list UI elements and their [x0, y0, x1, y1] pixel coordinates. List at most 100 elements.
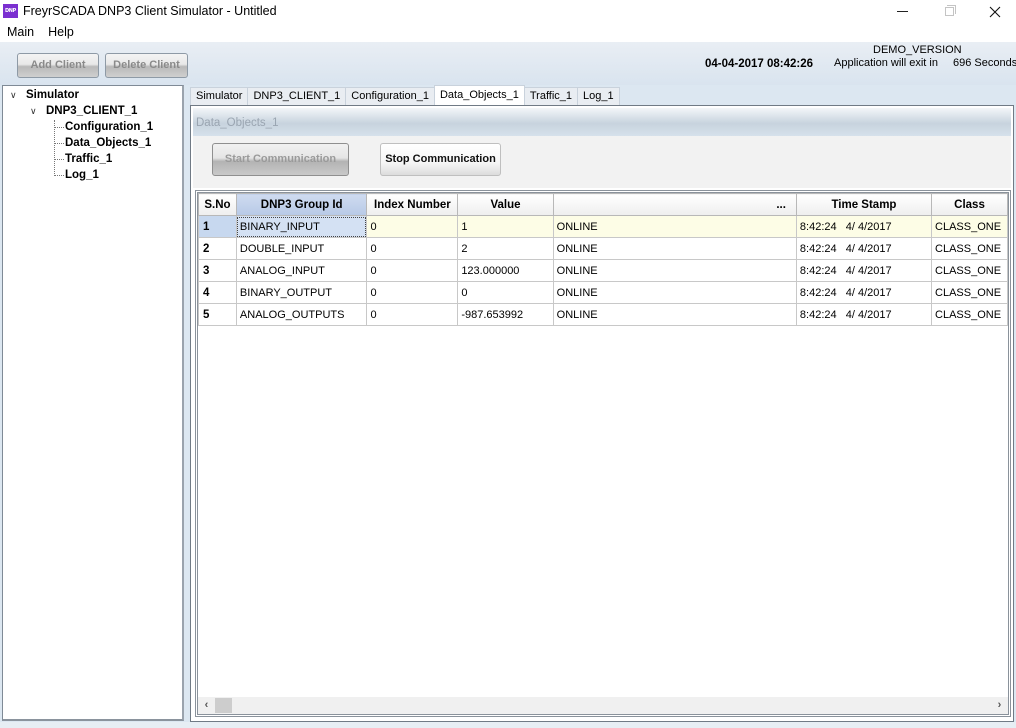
- tab-dnp3-client[interactable]: DNP3_CLIENT_1: [247, 87, 347, 105]
- table-row[interactable]: 4 BINARY_OUTPUT 0 0 ONLINE 8:42:24 4/ 4/2017 C…: [198, 281, 1008, 304]
- close-button[interactable]: [972, 0, 1016, 23]
- cell-class[interactable]: CLASS_ONE: [931, 259, 1008, 282]
- restore-button[interactable]: [926, 0, 972, 23]
- cell-value[interactable]: 1: [457, 215, 554, 238]
- cell-quality[interactable]: ONLINE: [552, 281, 797, 304]
- minimize-button[interactable]: [879, 0, 925, 23]
- demo-version-label: DEMO_VERSION: [873, 44, 962, 56]
- current-datetime: 04-04-2017 08:42:26: [705, 58, 814, 70]
- tab-simulator[interactable]: Simulator: [190, 87, 249, 105]
- cell-value[interactable]: 123.000000: [457, 259, 554, 282]
- column-header-sno[interactable]: S.No: [198, 193, 237, 216]
- cell-sno[interactable]: 1: [198, 215, 237, 238]
- cell-value[interactable]: 2: [457, 237, 554, 260]
- cell-timestamp[interactable]: 8:42:24 4/ 4/2017: [795, 237, 933, 260]
- close-icon: [989, 6, 1001, 17]
- tab-data-objects[interactable]: Data_Objects_1: [433, 85, 525, 105]
- cell-timestamp[interactable]: 8:42:24 4/ 4/2017: [795, 215, 933, 238]
- chevron-down-icon[interactable]: ∨: [30, 106, 37, 117]
- minimize-icon: [896, 11, 908, 12]
- cell-index[interactable]: 0: [366, 303, 459, 326]
- data-objects-panel: Data_Objects_1 Start Communication Stop …: [190, 105, 1014, 722]
- window-title: FreyrSCADA DNP3 Client Simulator - Untit…: [23, 4, 277, 18]
- tab-traffic[interactable]: Traffic_1: [523, 87, 579, 105]
- cell-group-id[interactable]: ANALOG_INPUT: [235, 259, 368, 282]
- cell-class[interactable]: CLASS_ONE: [931, 237, 1008, 260]
- cell-value[interactable]: 0: [457, 281, 554, 304]
- tree-connector: [55, 175, 64, 176]
- menu-bar: Main Help: [0, 23, 1016, 42]
- tree-item-configuration[interactable]: Configuration_1: [65, 121, 153, 133]
- restore-icon: [944, 5, 956, 16]
- cell-group-id[interactable]: BINARY_OUTPUT: [235, 281, 368, 304]
- chevron-down-icon[interactable]: ∨: [10, 90, 17, 101]
- app-icon: DNP: [3, 4, 18, 18]
- cell-timestamp[interactable]: 8:42:24 4/ 4/2017: [795, 259, 933, 282]
- column-header-class[interactable]: Class: [931, 193, 1008, 216]
- table-row[interactable]: 3 ANALOG_INPUT 0 123.000000 ONLINE 8:42:24 4/…: [198, 259, 1008, 282]
- cell-class[interactable]: CLASS_ONE: [931, 215, 1008, 238]
- tree-item-log[interactable]: Log_1: [65, 169, 99, 181]
- cell-timestamp[interactable]: 8:42:24 4/ 4/2017: [795, 303, 933, 326]
- menu-main[interactable]: Main: [0, 23, 41, 42]
- panel-title: Data_Objects_1: [196, 117, 279, 129]
- column-header-index[interactable]: Index Number: [366, 193, 459, 216]
- data-objects-table: S.No DNP3 Group Id Index Number Value ..…: [198, 193, 1008, 326]
- scroll-right-icon[interactable]: ›: [991, 697, 1008, 714]
- tree-item-dnp3-client[interactable]: DNP3_CLIENT_1: [46, 105, 137, 117]
- cell-quality[interactable]: ONLINE: [552, 259, 797, 282]
- scrollbar-thumb[interactable]: [215, 698, 232, 713]
- header-row: S.No DNP3 Group Id Index Number Value ..…: [198, 193, 1008, 216]
- tab-configuration[interactable]: Configuration_1: [345, 87, 435, 105]
- panel-splitter[interactable]: [185, 85, 189, 721]
- cell-index[interactable]: 0: [366, 215, 459, 238]
- table-row[interactable]: 5 ANALOG_OUTPUTS 0 -987.653992 ONLINE 8:42:24…: [198, 303, 1008, 326]
- cell-sno[interactable]: 5: [198, 303, 237, 326]
- delete-client-button[interactable]: Delete Client: [105, 53, 188, 78]
- tree-item-simulator[interactable]: Simulator: [26, 89, 79, 101]
- cell-sno[interactable]: 2: [198, 237, 237, 260]
- column-header-group-id[interactable]: DNP3 Group Id: [235, 193, 368, 216]
- tree-connector: [55, 143, 64, 144]
- data-objects-grid[interactable]: S.No DNP3 Group Id Index Number Value ..…: [195, 190, 1011, 717]
- cell-sno[interactable]: 4: [198, 281, 237, 304]
- tree-item-traffic[interactable]: Traffic_1: [65, 153, 112, 165]
- tree-connector: [54, 120, 55, 176]
- tab-strip: Simulator DNP3_CLIENT_1 Configuration_1 …: [190, 85, 620, 105]
- scroll-left-icon[interactable]: ‹: [198, 697, 215, 714]
- cell-group-id[interactable]: DOUBLE_INPUT: [235, 237, 368, 260]
- cell-timestamp[interactable]: 8:42:24 4/ 4/2017: [795, 281, 933, 304]
- cell-quality[interactable]: ONLINE: [552, 215, 797, 238]
- cell-index[interactable]: 0: [366, 281, 459, 304]
- add-client-button[interactable]: Add Client: [17, 53, 99, 78]
- menu-help[interactable]: Help: [41, 23, 81, 42]
- tree-item-data-objects[interactable]: Data_Objects_1: [65, 137, 151, 149]
- exit-message: Application will exit in: [834, 57, 938, 69]
- cell-sno[interactable]: 3: [198, 259, 237, 282]
- panel-header: Data_Objects_1: [193, 108, 1011, 136]
- cell-quality[interactable]: ONLINE: [552, 303, 797, 326]
- start-communication-button[interactable]: Start Communication: [212, 143, 349, 176]
- column-header-timestamp[interactable]: Time Stamp: [795, 193, 933, 216]
- status-bar: [0, 722, 1016, 728]
- cell-index[interactable]: 0: [366, 237, 459, 260]
- title-bar: DNP FreyrSCADA DNP3 Client Simulator - U…: [0, 0, 1016, 23]
- stop-communication-button[interactable]: Stop Communication: [380, 143, 501, 176]
- communication-controls: Start Communication Stop Communication: [193, 136, 1011, 188]
- table-row[interactable]: 1 BINARY_INPUT 0 1 ONLINE 8:42:24 4/ 4/2017 CL…: [198, 215, 1008, 238]
- toolbar: Add Client Delete Client 04-04-2017 08:4…: [0, 42, 1016, 85]
- table-row[interactable]: 2 DOUBLE_INPUT 0 2 ONLINE 8:42:24 4/ 4/2017 CL…: [198, 237, 1008, 260]
- tab-log[interactable]: Log_1: [577, 87, 620, 105]
- column-header-value[interactable]: Value: [457, 193, 554, 216]
- cell-class[interactable]: CLASS_ONE: [931, 303, 1008, 326]
- cell-class[interactable]: CLASS_ONE: [931, 281, 1008, 304]
- column-header-quality[interactable]: ...: [552, 193, 797, 216]
- tree-connector: [55, 159, 64, 160]
- cell-group-id[interactable]: BINARY_INPUT: [235, 215, 368, 238]
- horizontal-scrollbar[interactable]: ‹ ›: [198, 697, 1008, 714]
- cell-group-id[interactable]: ANALOG_OUTPUTS: [235, 303, 368, 326]
- cell-quality[interactable]: ONLINE: [552, 237, 797, 260]
- cell-value[interactable]: -987.653992: [457, 303, 554, 326]
- project-tree[interactable]: ∨ Simulator ∨ DNP3_CLIENT_1 Configuratio…: [2, 85, 184, 721]
- cell-index[interactable]: 0: [366, 259, 459, 282]
